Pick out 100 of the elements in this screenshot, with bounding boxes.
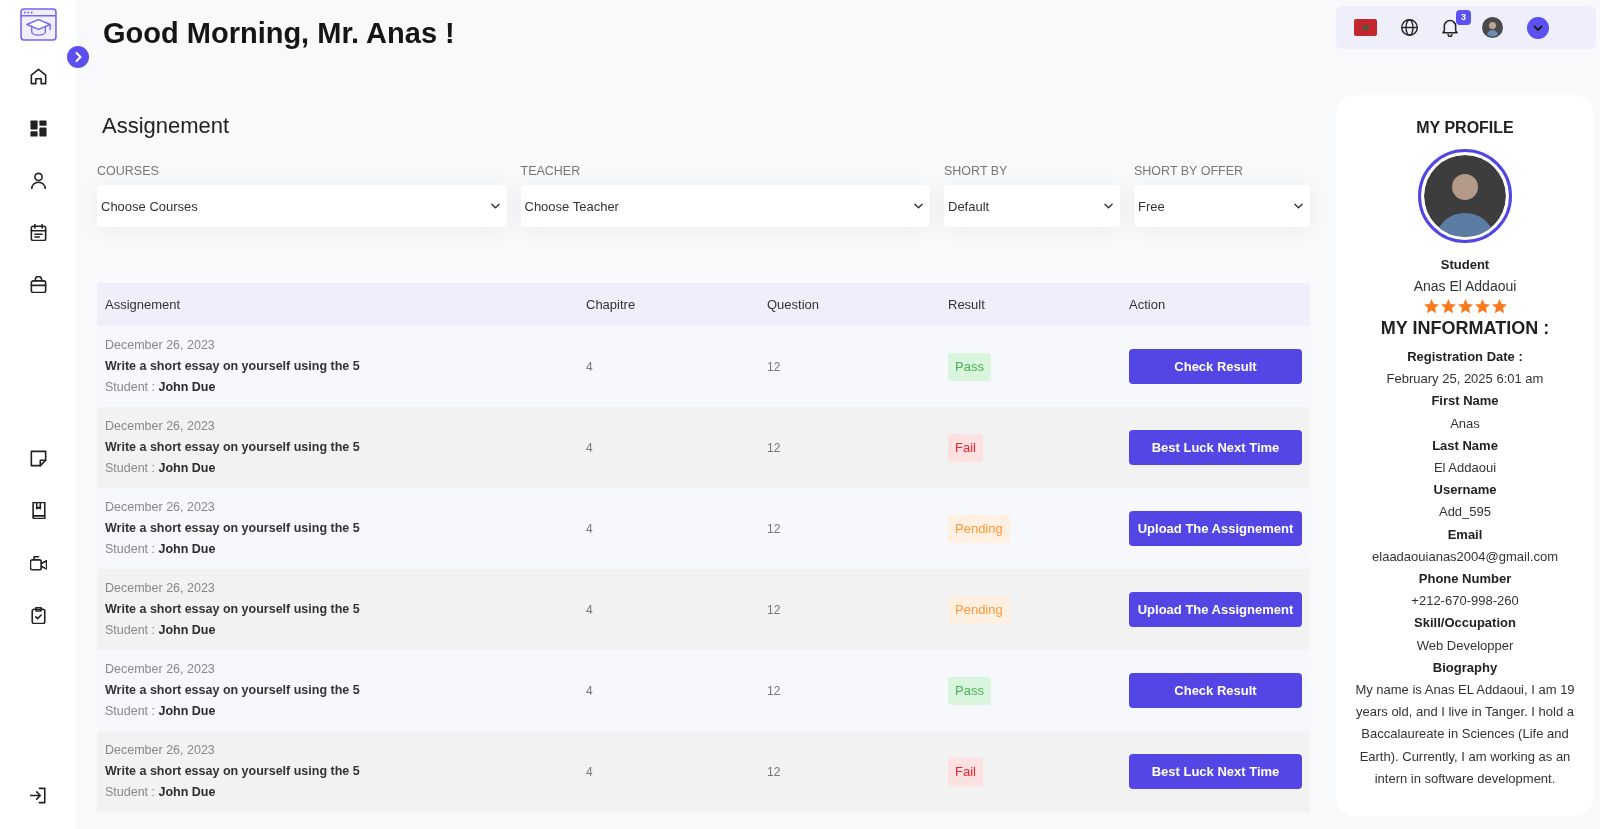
house-icon[interactable] bbox=[29, 67, 47, 85]
book-icon[interactable] bbox=[29, 502, 47, 520]
student-text: Student : John Due bbox=[105, 703, 216, 720]
student-text: Student : John Due bbox=[105, 622, 216, 639]
info-value: Anas bbox=[1450, 414, 1480, 433]
column-header: Result bbox=[948, 297, 985, 312]
status-badge: Fail bbox=[948, 433, 983, 462]
date-text: December 26, 2023 bbox=[105, 742, 215, 759]
bell-icon[interactable] bbox=[1442, 18, 1458, 37]
section-title: Assignement bbox=[102, 112, 230, 140]
action-button[interactable]: Check Result bbox=[1129, 349, 1302, 384]
question-count: 12 bbox=[767, 683, 781, 698]
column-header: Action bbox=[1129, 297, 1166, 312]
graduation-cap-icon[interactable] bbox=[19, 8, 57, 41]
status-badge: Pending bbox=[948, 595, 1010, 624]
column-header: Assignement bbox=[105, 297, 181, 312]
profile-title: MY PROFILE bbox=[1416, 118, 1514, 138]
question-count: 12 bbox=[767, 764, 781, 779]
info-value: Web Developper bbox=[1416, 636, 1514, 655]
dropdown[interactable]: Default bbox=[944, 185, 1120, 227]
status-badge: Pass bbox=[948, 352, 991, 381]
info-label: First Name bbox=[1431, 392, 1499, 411]
info-label: Registration Date : bbox=[1407, 348, 1523, 366]
sticky-note-icon[interactable] bbox=[29, 449, 47, 467]
clipboard-check-icon[interactable] bbox=[29, 607, 47, 625]
student-text: Student : John Due bbox=[105, 784, 216, 801]
status-badge: Fail bbox=[948, 757, 983, 786]
info-label: Username bbox=[1433, 481, 1497, 500]
question-count: 12 bbox=[767, 602, 781, 617]
assignment-title: Write a short essay on yourself using the 5 bbox=[105, 358, 360, 375]
action-button[interactable]: Upload The Assignement bbox=[1129, 592, 1302, 627]
date-text: December 26, 2023 bbox=[105, 418, 215, 435]
column-header: Chapitre bbox=[586, 297, 636, 312]
star-icon bbox=[1423, 298, 1439, 314]
chevron-down-icon bbox=[1294, 203, 1303, 209]
star-icon bbox=[1491, 298, 1507, 314]
video-camera-icon[interactable] bbox=[29, 554, 47, 572]
avatar-placeholder[interactable] bbox=[1482, 17, 1503, 38]
student-text: Student : John Due bbox=[105, 460, 216, 477]
calendar-icon[interactable] bbox=[29, 223, 47, 241]
date-text: December 26, 2023 bbox=[105, 580, 215, 597]
dropdown[interactable]: Choose Teacher bbox=[520, 185, 930, 227]
info-title: MY INFORMATION : bbox=[1380, 317, 1550, 340]
chevron-down-icon[interactable] bbox=[1527, 16, 1549, 39]
filter-label: COURSES bbox=[97, 163, 159, 179]
grid-icon[interactable] bbox=[29, 119, 47, 137]
star-icon bbox=[1474, 298, 1490, 314]
status-badge: Pass bbox=[948, 676, 991, 705]
action-button[interactable]: Upload The Assignement bbox=[1129, 511, 1302, 546]
info-value: My name is Anas EL Addaoui, I am 19 years old, and I live in Tanger. I hold a Baccalaureate in Sciences (Life and Earth). Currently, I am working as an intern in software development. bbox=[1354, 681, 1576, 788]
question-count: 12 bbox=[767, 521, 781, 536]
notification-badge: 3 bbox=[1456, 9, 1471, 25]
status-badge: Pending bbox=[948, 514, 1010, 543]
info-label: Biography bbox=[1432, 658, 1498, 677]
chevron-down-icon bbox=[1104, 203, 1113, 209]
chapter-number: 4 bbox=[586, 440, 593, 455]
info-label: Skill/Occupation bbox=[1414, 614, 1516, 633]
chevron-down-icon bbox=[914, 203, 923, 209]
person-icon[interactable] bbox=[29, 171, 47, 189]
chapter-number: 4 bbox=[586, 359, 593, 374]
star-icon bbox=[1440, 298, 1456, 314]
star-icon bbox=[1457, 298, 1473, 314]
filter-label: TEACHER bbox=[520, 163, 581, 179]
info-value: +212-670-998-260 bbox=[1411, 592, 1519, 611]
assignment-title: Write a short essay on yourself using the 5 bbox=[105, 520, 360, 537]
action-button[interactable]: Best Luck Next Time bbox=[1129, 430, 1302, 465]
student-text: Student : John Due bbox=[105, 379, 216, 396]
dropdown[interactable]: Choose Courses bbox=[97, 185, 507, 227]
action-button[interactable]: Check Result bbox=[1129, 673, 1302, 708]
info-label: Phone Number bbox=[1418, 570, 1512, 589]
profile-name: Anas El Addaoui bbox=[1413, 277, 1517, 296]
column-header: Question bbox=[767, 297, 820, 312]
chapter-number: 4 bbox=[586, 521, 593, 536]
action-button[interactable]: Best Luck Next Time bbox=[1129, 754, 1302, 789]
info-label: Email bbox=[1447, 525, 1483, 544]
info-value: Add_595 bbox=[1438, 503, 1492, 522]
info-value: elaadaouianas2004@gmail.com bbox=[1372, 547, 1558, 566]
info-value: February 25, 2025 6:01 am bbox=[1386, 370, 1544, 389]
globe-icon[interactable] bbox=[1401, 19, 1418, 36]
filter-label: SHORT BY OFFER bbox=[1134, 163, 1244, 179]
info-value: El Addaoui bbox=[1433, 459, 1497, 477]
date-text: December 26, 2023 bbox=[105, 337, 215, 354]
greeting-title: Good Morning, Mr. Anas ! bbox=[103, 16, 455, 51]
info-label: Last Name bbox=[1432, 436, 1498, 455]
chevron-right-icon[interactable] bbox=[67, 46, 89, 68]
chevron-down-icon bbox=[490, 203, 500, 209]
assignment-title: Write a short essay on yourself using the 5 bbox=[105, 682, 360, 699]
question-count: 12 bbox=[767, 359, 781, 374]
dropdown[interactable]: Free bbox=[1134, 185, 1310, 227]
filter-label: SHORT BY bbox=[944, 163, 1008, 179]
role-label: Student bbox=[1440, 256, 1490, 274]
student-text: Student : John Due bbox=[105, 541, 216, 558]
chapter-number: 4 bbox=[586, 683, 593, 698]
date-text: December 26, 2023 bbox=[105, 499, 215, 516]
assignment-title: Write a short essay on yourself using the 5 bbox=[105, 439, 360, 456]
date-text: December 26, 2023 bbox=[105, 661, 215, 678]
door-arrow-icon[interactable] bbox=[29, 786, 47, 804]
shopping-bag-icon[interactable] bbox=[29, 275, 47, 293]
assignment-title: Write a short essay on yourself using the 5 bbox=[105, 601, 360, 618]
question-count: 12 bbox=[767, 440, 781, 455]
